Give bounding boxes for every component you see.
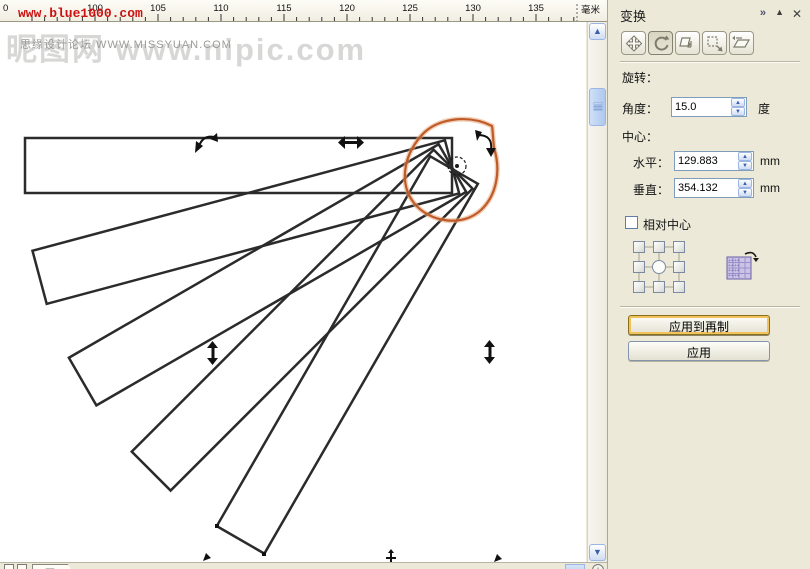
anchor-top-left[interactable] [633, 241, 645, 253]
rotate-duplicate-icon: ++++++++++++++++ [725, 249, 759, 281]
apply-to-duplicate-button[interactable]: 应用到再制 [628, 315, 770, 335]
size-mode-button[interactable] [702, 31, 727, 55]
skew-icon [731, 33, 753, 54]
rotate-icon [650, 33, 672, 54]
docker-titlebar: 变换 » ▲ ✕ [610, 4, 808, 24]
svg-text:125: 125 [402, 3, 418, 14]
svg-text:0: 0 [3, 3, 8, 14]
horizontal-label: 水平： [633, 154, 669, 171]
rotation-mode-button[interactable] [648, 31, 673, 55]
angle-unit-label: 度 [758, 100, 770, 117]
node-handle[interactable] [215, 524, 219, 528]
add-page-icon[interactable] [17, 564, 27, 569]
anchor-bottom-center[interactable] [653, 281, 665, 293]
flyout-chevrons-icon[interactable]: » [760, 7, 766, 19]
svg-text:130: 130 [465, 3, 481, 14]
relative-center-label: 相对中心 [643, 216, 691, 233]
divider [620, 61, 800, 63]
anchor-bottom-left[interactable] [633, 281, 645, 293]
spin-up-icon[interactable]: ▲ [738, 152, 752, 161]
spin-down-icon[interactable]: ▼ [738, 188, 752, 197]
vertical-spinner[interactable]: ▲ ▼ [738, 179, 752, 197]
vertical-label: 垂直： [633, 181, 669, 198]
cursor-arrowhead [203, 553, 211, 561]
scale-mirror-icon [677, 33, 699, 54]
zoom-corner-icon[interactable]: + [592, 564, 604, 569]
page-navigation-bar: 页 1 + [0, 562, 607, 569]
vertical-unit-label: mm [760, 181, 780, 195]
anchor-middle-left[interactable] [633, 261, 645, 273]
fan-blade[interactable] [132, 150, 473, 491]
anchor-top-center[interactable] [653, 241, 665, 253]
angle-spinner[interactable]: ▲ ▼ [731, 98, 745, 116]
rotate-handle-icon[interactable] [195, 133, 218, 153]
page-nav-icon[interactable] [4, 564, 14, 569]
spin-up-icon[interactable]: ▲ [738, 179, 752, 188]
divider [620, 306, 800, 308]
fan-blade[interactable] [217, 156, 478, 553]
scale-mirror-mode-button[interactable] [675, 31, 700, 55]
svg-text:135: 135 [528, 3, 544, 14]
cursor-arrowhead [494, 554, 502, 562]
size-icon [704, 33, 726, 54]
scroll-thumb[interactable] [589, 88, 606, 126]
page-tab[interactable]: 页 1 [32, 564, 76, 569]
fan-blade[interactable] [32, 140, 459, 304]
rotation-section-label: 旋转： [622, 69, 658, 86]
svg-text:115: 115 [276, 3, 291, 14]
anchor-bottom-right[interactable] [673, 281, 685, 293]
position-mode-button[interactable] [621, 31, 646, 55]
docker-title: 变换 [620, 6, 646, 25]
close-icon[interactable]: ✕ [792, 7, 802, 21]
transform-docker: 变换 » ▲ ✕ [607, 0, 810, 569]
move-cross-icon [623, 33, 645, 54]
skew-mode-button[interactable] [729, 31, 754, 55]
scroll-up-button[interactable]: ▲ [589, 23, 606, 40]
watermark-missyuan: 思缘设计论坛 WWW.MISSYUAN.COM [20, 36, 232, 52]
anchor-point-grid [632, 240, 687, 295]
horizontal-unit-label: mm [760, 154, 780, 168]
angle-label: 角度： [622, 100, 658, 117]
spin-down-icon[interactable]: ▼ [731, 107, 745, 116]
relative-center-checkbox[interactable] [625, 216, 638, 229]
vertical-scrollbar[interactable]: ▲ ▼ [587, 22, 606, 562]
move-handle-icon[interactable] [386, 549, 396, 562]
svg-text:105: 105 [150, 3, 166, 14]
svg-text:120: 120 [339, 3, 355, 14]
fan-blade[interactable] [25, 138, 452, 193]
horizontal-spinner[interactable]: ▲ ▼ [738, 152, 752, 170]
watermark-blue1000: www.blue1000.com [18, 6, 143, 21]
svg-text:毫米: 毫米 [581, 4, 601, 16]
collapse-icon[interactable]: ▲ [775, 7, 784, 17]
anchor-middle-right[interactable] [673, 261, 685, 273]
node-handle[interactable] [262, 552, 266, 556]
apply-button[interactable]: 应用 [628, 341, 770, 361]
scroll-down-button[interactable]: ▼ [589, 544, 606, 561]
spin-down-icon[interactable]: ▼ [738, 161, 752, 170]
svg-text:110: 110 [213, 3, 228, 14]
anchor-center[interactable] [652, 260, 666, 274]
vertical-arrow-handle-icon-right[interactable] [484, 340, 495, 364]
drawing-window: 1001051101151201251301350毫米 [0, 0, 607, 569]
vertical-arrow-handle-icon-left[interactable] [207, 341, 218, 365]
horizontal-scroll-thumb[interactable] [565, 564, 585, 569]
center-section-label: 中心： [622, 128, 658, 145]
svg-text:++++: ++++ [728, 273, 740, 279]
drawing-canvas[interactable]: www.blue1000.com [0, 22, 586, 562]
anchor-top-right[interactable] [673, 241, 685, 253]
spin-up-icon[interactable]: ▲ [731, 98, 745, 107]
